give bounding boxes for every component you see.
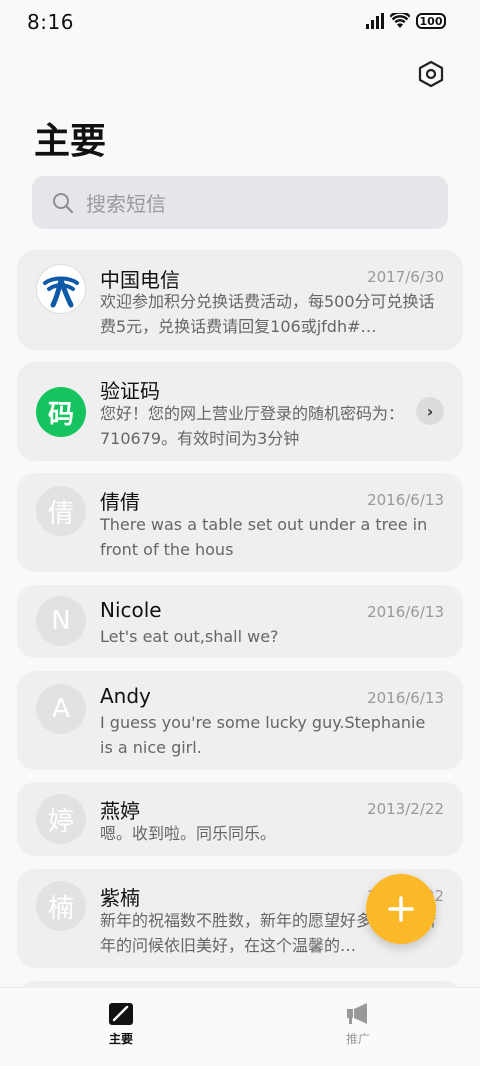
avatar-initial: 楠	[47, 893, 74, 924]
message-date: 2016/6/13	[367, 603, 444, 621]
avatar-initial: A	[52, 694, 70, 724]
message-preview: 您好！您的网上营业厅登录的随机密码为：710679。有效时间为3分钟	[100, 404, 405, 448]
status-bar: 8:16 100	[0, 0, 480, 46]
message-item-verification[interactable]: 码 验证码 您好！您的网上营业厅登录的随机密码为：710679。有效时间为3分钟…	[17, 362, 463, 461]
message-preview: 欢迎参加积分兑换话费活动，每500分可兑换话费5元，兑换话费请回复106或jfd…	[100, 292, 435, 336]
message-date: 2013/2/22	[367, 800, 444, 818]
page-title: 主要	[34, 121, 107, 162]
message-item-yanting[interactable]: 婷 燕婷 2013/2/22 嗯。收到啦。同乐同乐。	[17, 782, 463, 856]
tab-main[interactable]: 主要	[81, 1002, 161, 1047]
avatar: 楠	[36, 881, 86, 931]
sender-name: 燕婷	[100, 799, 140, 823]
bottom-tab-bar: 主要 推广	[0, 987, 480, 1066]
message-preview: 嗯。收到啦。同乐同乐。	[100, 824, 277, 843]
sender-name: 倩倩	[100, 490, 140, 514]
sender-name: Andy	[100, 684, 151, 708]
search-input[interactable]: 搜索短信	[32, 176, 448, 229]
signal-icon	[366, 13, 384, 29]
battery-level: 100	[419, 14, 443, 28]
settings-button[interactable]	[415, 58, 447, 90]
status-icons: 100	[366, 13, 446, 29]
megaphone-icon	[347, 1003, 367, 1024]
avatar: N	[36, 596, 86, 646]
message-preview: Let's eat out,shall we?	[100, 627, 279, 646]
sender-name: Nicole	[100, 598, 162, 622]
search-icon	[53, 192, 74, 213]
avatar-initial: N	[51, 606, 71, 636]
plus-icon	[388, 896, 414, 922]
tab-promotions[interactable]: 推广	[318, 1002, 398, 1047]
avatar	[36, 264, 86, 314]
message-item-nicole[interactable]: N Nicole 2016/6/13 Let's eat out,shall w…	[17, 585, 463, 658]
new-message-button[interactable]	[366, 874, 436, 944]
avatar-initial: 婷	[47, 806, 74, 837]
avatar: 倩	[36, 486, 86, 536]
message-item-andy[interactable]: A Andy 2016/6/13 I guess you're some luc…	[17, 671, 463, 770]
avatar: 码	[36, 387, 86, 437]
tab-label: 推广	[345, 1032, 370, 1046]
status-time: 8:16	[27, 10, 74, 34]
avatar-initial: 码	[47, 399, 74, 430]
settings-hexagon-icon	[418, 60, 444, 88]
avatar: A	[36, 684, 86, 734]
message-date: 2016/6/13	[367, 491, 444, 509]
avatar: 婷	[36, 794, 86, 844]
message-date: 2017/6/30	[367, 268, 444, 286]
compose-icon	[109, 1003, 133, 1025]
sender-name: 紫楠	[100, 886, 140, 910]
avatar-initial: 倩	[47, 498, 74, 529]
tab-label: 主要	[108, 1032, 133, 1046]
message-preview: I guess you're some lucky guy.Stephanie …	[100, 713, 426, 757]
chevron-right-icon: ›	[426, 401, 434, 421]
message-item-china-telecom[interactable]: 中国电信 2017/6/30 欢迎参加积分兑换话费活动，每500分可兑换话费5元…	[17, 250, 463, 350]
china-telecom-logo-icon	[43, 276, 79, 308]
messages-screen: 8:16 100 主要 搜索短信 中国电信 2017/6/30 欢迎参加积分兑换…	[0, 0, 480, 1066]
battery-icon: 100	[416, 13, 446, 29]
message-preview: There was a table set out under a tree i…	[100, 515, 428, 559]
message-item-qianqian[interactable]: 倩 倩倩 2016/6/13 There was a table set out…	[17, 473, 463, 572]
wifi-icon	[390, 13, 410, 28]
sender-name: 验证码	[100, 379, 160, 403]
search-placeholder: 搜索短信	[86, 192, 166, 216]
message-date: 2016/6/13	[367, 689, 444, 707]
expand-button[interactable]: ›	[416, 397, 444, 425]
